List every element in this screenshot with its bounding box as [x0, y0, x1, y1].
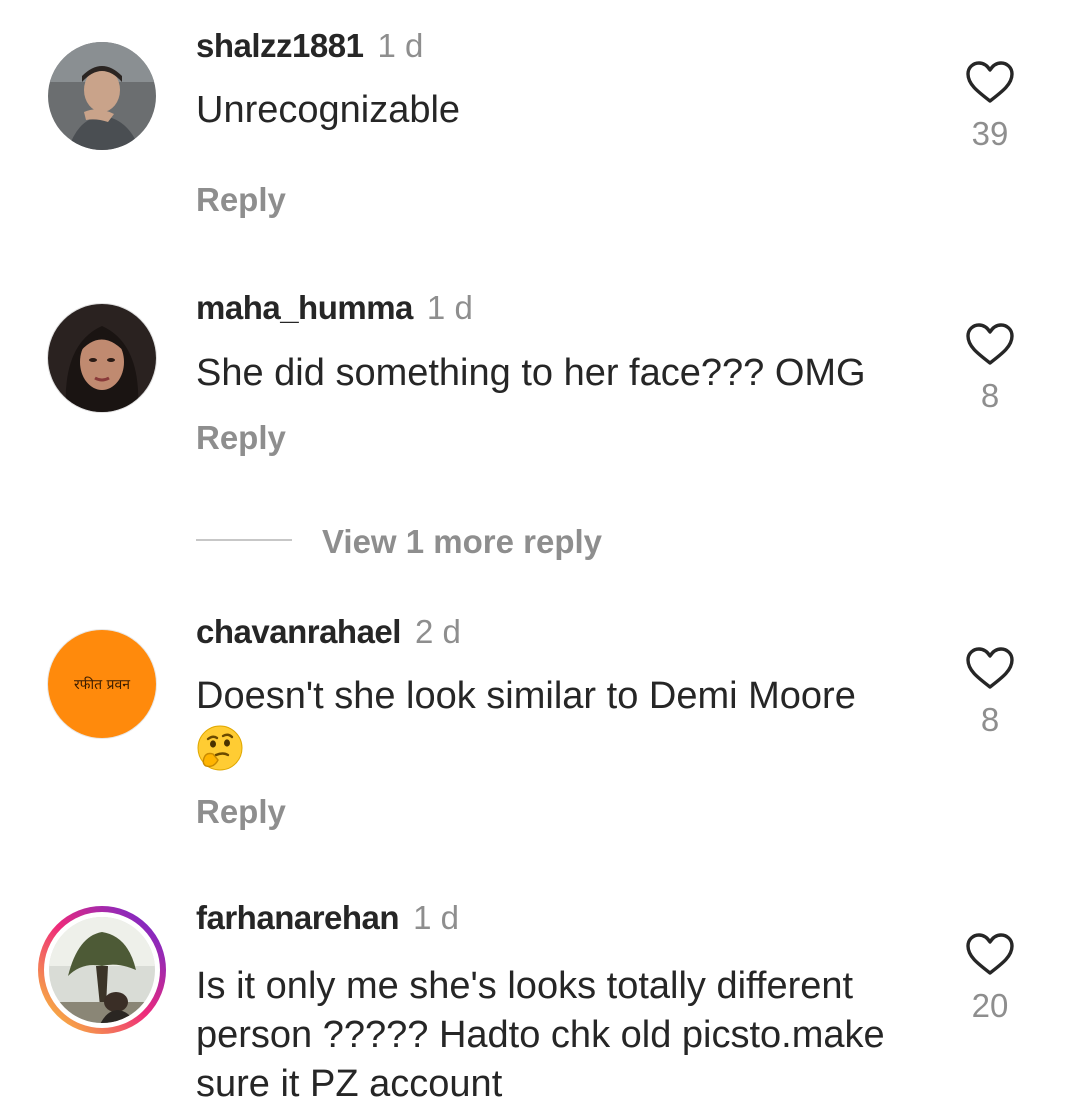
comment-header: farhanarehan 1 d [196, 898, 459, 938]
username[interactable]: maha_humma [196, 289, 413, 326]
like-count: 8 [980, 701, 1000, 738]
like-button[interactable]: 20 [962, 932, 1018, 1026]
avatar[interactable]: रफीत प्रवन [48, 630, 156, 738]
avatar-with-story-ring[interactable] [38, 906, 166, 1034]
avatar[interactable] [48, 42, 156, 150]
reply-button[interactable]: Reply [196, 792, 286, 832]
view-more-replies-button[interactable]: View 1 more reply [196, 520, 656, 564]
comment-header: chavanrahael 2 d [196, 612, 461, 652]
comment-text: Doesn't she look similar to Demi Moore [196, 675, 856, 717]
reply-button[interactable]: Reply [196, 180, 286, 220]
comment-header: shalzz1881 1 d [196, 26, 423, 66]
reply-button[interactable]: Reply [196, 418, 286, 458]
avatar[interactable] [48, 304, 156, 412]
like-count: 20 [971, 987, 1009, 1024]
heart-outline-icon [966, 933, 1014, 975]
username[interactable]: farhanarehan [196, 899, 400, 936]
comment-text: Unrecognizable [196, 89, 461, 131]
like-button[interactable]: 39 [962, 60, 1018, 154]
avatar-logo-text: रफीत प्रवन [73, 676, 131, 693]
comment-text: She did something to her face??? OMG [196, 352, 866, 394]
heart-outline-icon [966, 323, 1014, 365]
username[interactable]: chavanrahael [196, 613, 401, 650]
heart-outline-icon [966, 647, 1014, 689]
like-button[interactable]: 8 [962, 646, 1018, 740]
heart-outline-icon [966, 61, 1014, 103]
divider-line [196, 539, 292, 541]
thinking-face-emoji [196, 724, 244, 772]
timestamp: 1 d [426, 289, 473, 326]
like-button[interactable]: 8 [962, 322, 1018, 416]
timestamp: 2 d [414, 613, 461, 650]
timestamp: 1 d [377, 27, 424, 64]
comment-header: maha_humma 1 d [196, 288, 473, 328]
username[interactable]: shalzz1881 [196, 27, 364, 64]
like-count: 39 [971, 115, 1009, 152]
view-more-replies-label: View 1 more reply [322, 523, 603, 560]
like-count: 8 [980, 377, 1000, 414]
timestamp: 1 d [413, 899, 459, 936]
comment-text: Is it only me she's looks totally differ… [196, 965, 885, 1105]
